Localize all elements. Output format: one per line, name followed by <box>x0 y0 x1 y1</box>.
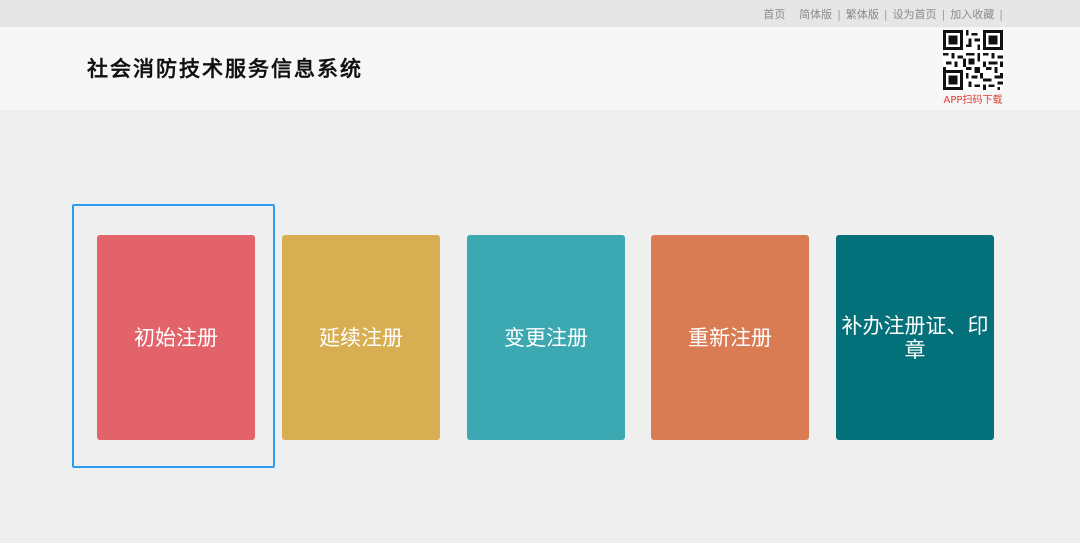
tile-label: 变更注册 <box>504 325 588 350</box>
tile-re-registration[interactable]: 重新注册 <box>651 235 809 440</box>
tile-label: 初始注册 <box>134 325 218 350</box>
site-title: 社会消防技术服务信息系统 <box>87 56 363 81</box>
tile-label: 补办注册证、印章 <box>841 313 989 362</box>
separator: | <box>883 7 888 21</box>
qr-code-icon <box>943 30 1003 90</box>
top-link-home[interactable]: 首页 <box>763 6 785 22</box>
tile-initial-registration[interactable]: 初始注册 <box>97 235 255 440</box>
qr-caption: APP扫码下载 <box>943 95 1003 106</box>
top-link-add-favorite[interactable]: 加入收藏 <box>950 6 994 22</box>
tile-label: 延续注册 <box>319 325 403 350</box>
tile-label: 重新注册 <box>688 325 772 350</box>
top-bar: 首页 | 简体版 | 繁体版 | 设为首页 | 加入收藏 | <box>0 0 1080 27</box>
registration-panel: 初始注册 延续注册 变更注册 重新注册 补办注册证、印章 <box>0 110 1080 543</box>
tile-reissue-certificate-seal[interactable]: 补办注册证、印章 <box>836 235 994 440</box>
tile-change-registration[interactable]: 变更注册 <box>467 235 625 440</box>
site-header: 社会消防技术服务信息系统 APP扫码下载 <box>0 27 1080 110</box>
separator: | <box>837 7 841 21</box>
top-link-traditional[interactable]: 繁体版 <box>846 6 879 22</box>
top-link-set-homepage[interactable]: 设为首页 <box>893 6 937 22</box>
top-link-simplified[interactable]: 简体版 <box>799 6 832 22</box>
separator: | <box>999 7 1003 21</box>
top-links: 首页 | 简体版 | 繁体版 | 设为首页 | 加入收藏 | <box>763 6 1008 22</box>
tile-renewal-registration[interactable]: 延续注册 <box>282 235 440 440</box>
app-download[interactable]: APP扫码下载 <box>938 30 1008 106</box>
separator: | <box>941 7 946 21</box>
